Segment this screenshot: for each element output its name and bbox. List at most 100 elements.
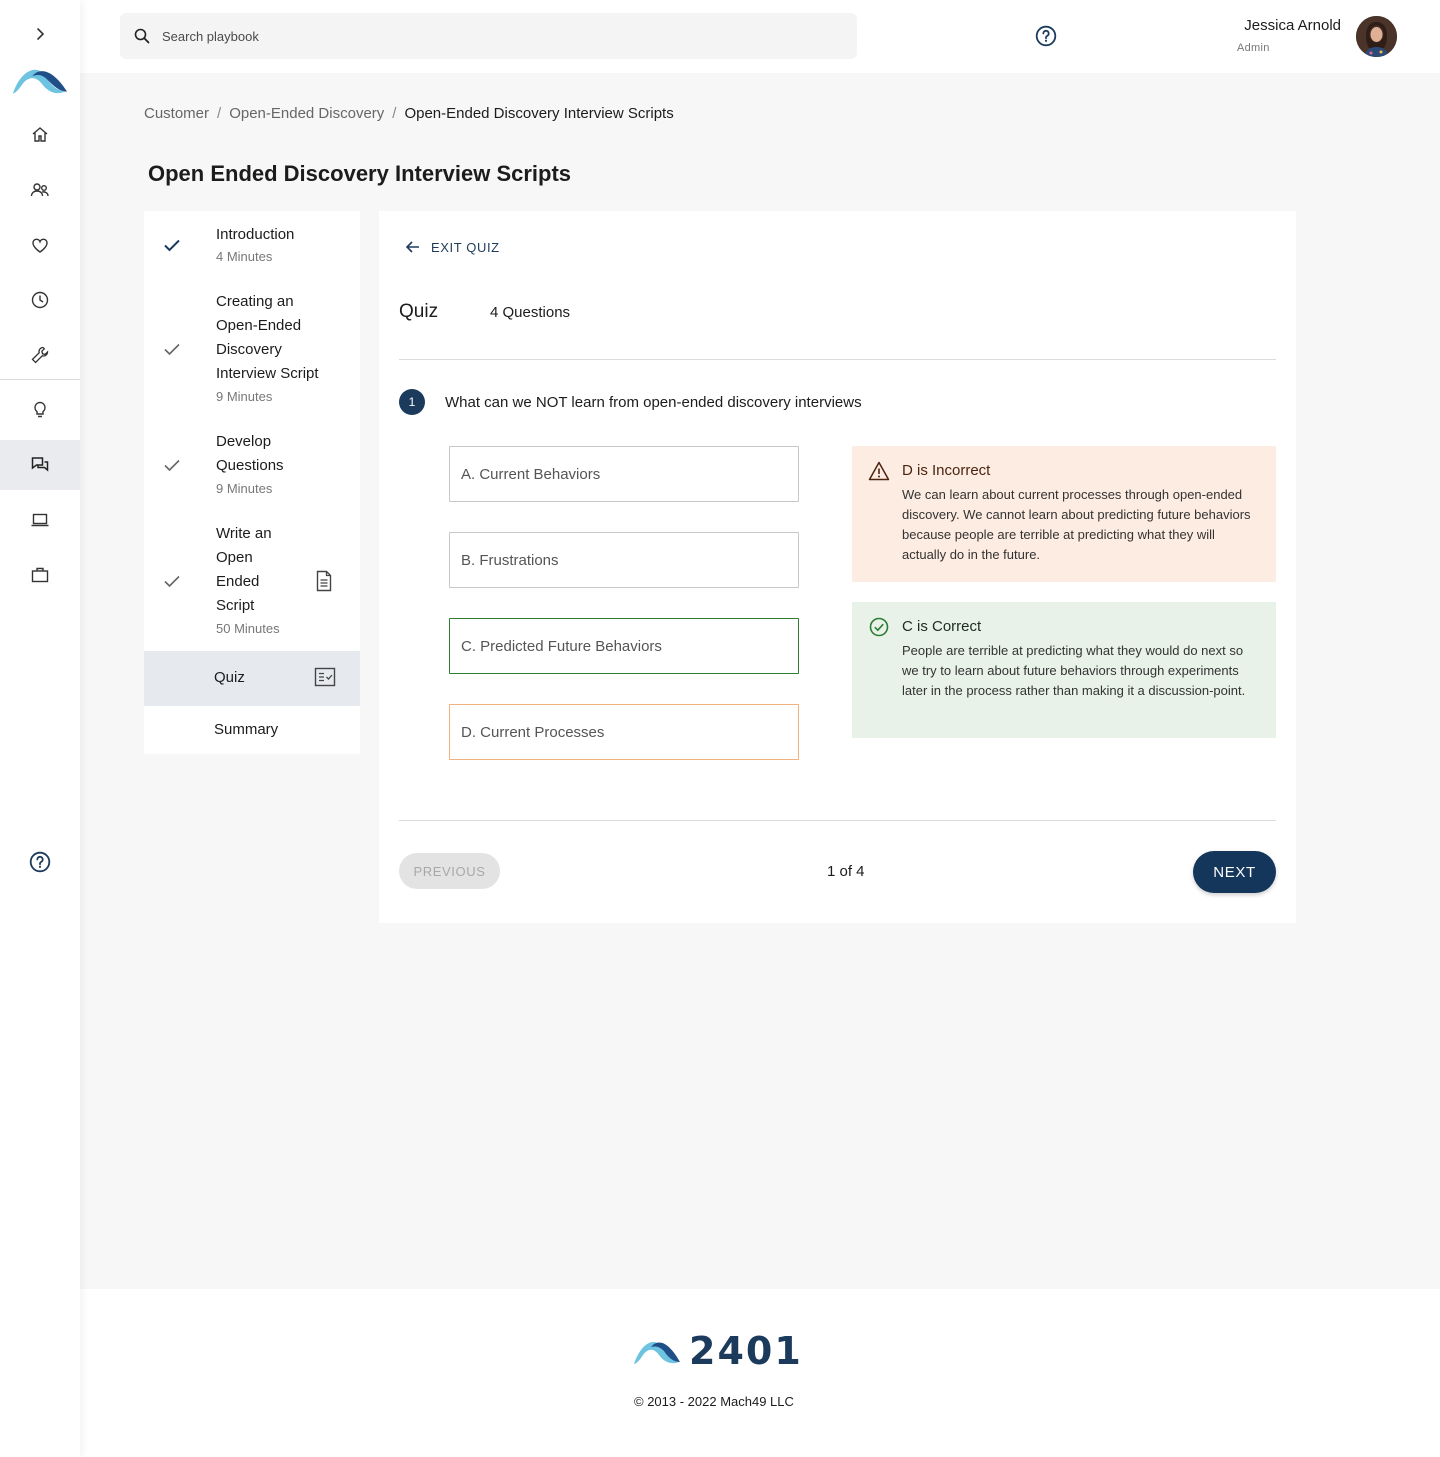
top-header: Jessica Arnold Admin — [80, 0, 1440, 73]
answer-option-a[interactable]: A. Current Behaviors — [449, 446, 799, 502]
question-pager: 1 of 4 — [827, 863, 865, 880]
check-circle-icon — [869, 617, 889, 637]
question-count: 4 Questions — [490, 304, 571, 321]
lesson-title: Open — [216, 549, 253, 566]
previous-button[interactable]: PREVIOUS — [399, 853, 500, 889]
answer-option-b[interactable]: B. Frustrations — [449, 532, 799, 588]
nav-discussions[interactable] — [0, 440, 80, 490]
quiz-label: Quiz — [399, 301, 439, 322]
check-icon — [164, 343, 180, 356]
breadcrumb-link[interactable]: Customer — [144, 105, 209, 122]
nav-tools[interactable] — [0, 330, 80, 380]
help-icon — [29, 851, 51, 873]
question-number-badge: 1 — [399, 389, 425, 415]
answer-option-c[interactable]: C. Predicted Future Behaviors — [449, 618, 799, 674]
lesson-title: Write an — [216, 525, 272, 542]
lesson-title: Open-Ended — [216, 317, 302, 334]
chevron-right-icon — [37, 28, 45, 40]
breadcrumb-link[interactable]: Open-Ended Discovery — [229, 105, 384, 122]
clock-icon — [31, 291, 49, 309]
divider — [399, 359, 1276, 360]
briefcase-icon — [31, 567, 49, 583]
quiz-card: EXIT QUIZ Quiz 4 Questions 1 What can we… — [379, 211, 1296, 923]
feedback-incorrect: D is Incorrect We can learn about curren… — [852, 446, 1276, 582]
expand-sidebar-button[interactable] — [0, 9, 80, 59]
logo-icon — [12, 69, 68, 94]
home-icon — [32, 127, 48, 142]
avatar-image — [1356, 16, 1397, 57]
copyright: © 2013 - 2022 Mach49 LLC — [634, 1394, 794, 1409]
lesson-duration: 4 Minutes — [216, 249, 273, 264]
lesson-title: Quiz — [214, 669, 245, 686]
nav-favorites[interactable] — [0, 220, 80, 270]
next-button[interactable]: NEXT — [1193, 851, 1276, 893]
page-title: Open Ended Discovery Interview Scripts — [148, 161, 572, 186]
users-icon — [30, 183, 49, 197]
wrench-icon — [31, 346, 49, 364]
document-icon — [316, 570, 332, 592]
answer-option-d[interactable]: D. Current Processes — [449, 704, 799, 760]
feedback-title: D is Incorrect — [902, 462, 991, 479]
lesson-title: Develop — [216, 433, 272, 450]
nav-portfolio[interactable] — [0, 550, 80, 600]
nav-history[interactable] — [0, 275, 80, 325]
footer-logo: 2401 — [633, 1329, 803, 1373]
arrow-left-icon — [405, 241, 419, 253]
lesson-nav: Introduction 4 Minutes Creating an Open-… — [144, 211, 360, 754]
footer: 2401 © 2013 - 2022 Mach49 LLC — [80, 1289, 1440, 1457]
lesson-item-summary[interactable]: Summary — [144, 706, 360, 754]
avatar[interactable] — [1356, 16, 1397, 57]
nav-help[interactable] — [0, 837, 80, 887]
breadcrumb-separator: / — [392, 105, 397, 122]
sidebar — [0, 0, 80, 1457]
lesson-item-introduction[interactable]: Introduction 4 Minutes — [144, 211, 360, 279]
lesson-item-creating-script[interactable]: Creating an Open-Ended Discovery Intervi… — [144, 283, 360, 411]
lesson-item-develop-questions[interactable]: Develop Questions 9 Minutes — [144, 423, 360, 503]
exit-quiz-button[interactable]: EXIT QUIZ — [405, 239, 500, 255]
feedback-body: We can learn about current processes thr… — [902, 487, 1251, 562]
lesson-duration: 50 Minutes — [216, 621, 280, 636]
nav-devices[interactable] — [0, 495, 80, 545]
lesson-item-write-script[interactable]: Write an Open Ended Script 50 Minutes — [144, 515, 360, 643]
heart-icon — [32, 238, 48, 253]
lesson-title: Questions — [216, 457, 284, 474]
nav-ideas[interactable] — [0, 385, 80, 435]
lesson-title: Summary — [214, 721, 279, 738]
lesson-title: Creating an — [216, 293, 294, 310]
user-name[interactable]: Jessica Arnold — [1244, 17, 1341, 34]
lesson-title: Discovery — [216, 341, 282, 358]
quiz-checklist-icon — [314, 667, 336, 687]
nav-home[interactable] — [0, 110, 80, 160]
divider — [399, 820, 1276, 821]
exit-quiz-label: EXIT QUIZ — [431, 239, 500, 255]
search-icon — [134, 28, 150, 44]
search-input[interactable] — [162, 28, 762, 44]
chat-icon — [31, 457, 49, 472]
feedback-body: People are terrible at predicting what t… — [902, 643, 1246, 698]
nav-people[interactable] — [0, 165, 80, 215]
logo-icon — [634, 1341, 680, 1364]
check-icon — [164, 459, 180, 472]
lesson-duration: 9 Minutes — [216, 481, 273, 496]
question-text: What can we NOT learn from open-ended di… — [445, 394, 862, 411]
breadcrumb-current: Open-Ended Discovery Interview Scripts — [404, 105, 674, 122]
lesson-title: Ended — [216, 573, 260, 590]
lesson-duration: 9 Minutes — [216, 389, 273, 404]
lesson-title: Interview Script — [216, 365, 319, 382]
warning-icon — [868, 461, 890, 481]
user-role: Admin — [1237, 42, 1270, 54]
search-bar[interactable] — [120, 13, 857, 59]
help-icon[interactable] — [1035, 25, 1057, 47]
feedback-correct: C is Correct People are terrible at pred… — [852, 602, 1276, 738]
lesson-title: Script — [216, 597, 255, 614]
feedback-title: C is Correct — [902, 618, 982, 635]
lesson-item-quiz[interactable]: Quiz — [144, 651, 360, 706]
breadcrumb: Customer / Open-Ended Discovery / Open-E… — [144, 105, 674, 122]
laptop-icon — [31, 513, 49, 527]
lesson-title: Introduction — [216, 226, 295, 243]
check-icon — [164, 239, 180, 252]
sidebar-divider — [0, 379, 80, 380]
check-icon — [164, 575, 180, 588]
breadcrumb-separator: / — [217, 105, 222, 122]
app-logo[interactable] — [0, 55, 80, 105]
